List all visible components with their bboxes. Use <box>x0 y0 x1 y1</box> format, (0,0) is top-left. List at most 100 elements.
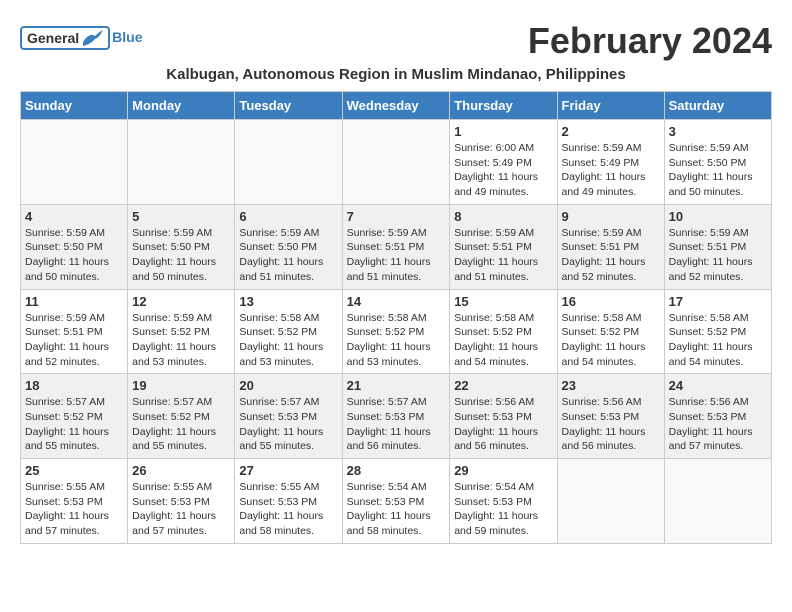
month-year-title: February 2024 <box>528 20 772 62</box>
day-info: Sunrise: 5:56 AMSunset: 5:53 PMDaylight:… <box>669 395 767 454</box>
day-info: Sunrise: 5:59 AMSunset: 5:51 PMDaylight:… <box>25 311 123 370</box>
column-header-thursday: Thursday <box>450 92 557 120</box>
day-info: Sunrise: 5:58 AMSunset: 5:52 PMDaylight:… <box>454 311 552 370</box>
day-info: Sunrise: 5:59 AMSunset: 5:50 PMDaylight:… <box>239 226 337 285</box>
logo-blue: Blue <box>112 29 142 45</box>
day-number: 22 <box>454 378 552 393</box>
calendar-subtitle: Kalbugan, Autonomous Region in Muslim Mi… <box>20 66 772 83</box>
day-number: 17 <box>669 294 767 309</box>
day-info: Sunrise: 5:58 AMSunset: 5:52 PMDaylight:… <box>347 311 446 370</box>
day-number: 10 <box>669 209 767 224</box>
calendar-cell: 13Sunrise: 5:58 AMSunset: 5:52 PMDayligh… <box>235 289 342 374</box>
column-header-friday: Friday <box>557 92 664 120</box>
day-info: Sunrise: 5:54 AMSunset: 5:53 PMDaylight:… <box>454 480 552 539</box>
day-number: 15 <box>454 294 552 309</box>
day-number: 18 <box>25 378 123 393</box>
day-number: 11 <box>25 294 123 309</box>
day-number: 19 <box>132 378 230 393</box>
day-info: Sunrise: 5:54 AMSunset: 5:53 PMDaylight:… <box>347 480 446 539</box>
calendar-table: SundayMondayTuesdayWednesdayThursdayFrid… <box>20 91 772 544</box>
calendar-cell: 6 Sunrise: 5:59 AMSunset: 5:50 PMDaylight… <box>235 204 342 289</box>
calendar-cell: 15 Sunrise: 5:58 AMSunset: 5:52 PMDayligh… <box>450 289 557 374</box>
day-info: Sunrise: 5:58 AMSunset: 5:52 PMDaylight:… <box>669 311 767 370</box>
day-info: Sunrise: 5:59 AMSunset: 5:52 PMDaylight:… <box>132 311 230 370</box>
day-info: Sunrise: 5:56 AMSunset: 5:53 PMDaylight:… <box>454 395 552 454</box>
day-number: 20 <box>239 378 337 393</box>
column-header-wednesday: Wednesday <box>342 92 450 120</box>
calendar-cell: 4Sunrise: 5:59 AMSunset: 5:50 PMDaylight… <box>21 204 128 289</box>
calendar-cell <box>128 120 235 205</box>
calendar-cell: 10Sunrise: 5:59 AMSunset: 5:51 PMDayligh… <box>664 204 771 289</box>
logo-general: General <box>27 30 79 46</box>
day-number: 7 <box>347 209 446 224</box>
calendar-header-row: SundayMondayTuesdayWednesdayThursdayFrid… <box>21 92 772 120</box>
calendar-week-row: 1Sunrise: 6:00 AMSunset: 5:49 PMDaylight… <box>21 120 772 205</box>
calendar-cell: 24 Sunrise: 5:56 AMSunset: 5:53 PMDayligh… <box>664 374 771 459</box>
calendar-cell: 2 Sunrise: 5:59 AMSunset: 5:49 PMDaylight… <box>557 120 664 205</box>
day-info: Sunrise: 5:59 AMSunset: 5:51 PMDaylight:… <box>454 226 552 285</box>
day-number: 1 <box>454 124 552 139</box>
column-header-tuesday: Tuesday <box>235 92 342 120</box>
day-info: Sunrise: 5:59 AMSunset: 5:51 PMDaylight:… <box>347 226 446 285</box>
day-number: 2 <box>562 124 660 139</box>
calendar-cell: 21Sunrise: 5:57 AMSunset: 5:53 PMDayligh… <box>342 374 450 459</box>
column-header-sunday: Sunday <box>21 92 128 120</box>
day-number: 26 <box>132 463 230 478</box>
day-info: Sunrise: 5:59 AMSunset: 5:50 PMDaylight:… <box>132 226 230 285</box>
day-number: 5 <box>132 209 230 224</box>
logo: General Blue <box>20 26 142 50</box>
day-number: 4 <box>25 209 123 224</box>
day-info: Sunrise: 5:58 AMSunset: 5:52 PMDaylight:… <box>562 311 660 370</box>
day-number: 23 <box>562 378 660 393</box>
day-info: Sunrise: 5:55 AMSunset: 5:53 PMDaylight:… <box>239 480 337 539</box>
day-info: Sunrise: 5:57 AMSunset: 5:53 PMDaylight:… <box>239 395 337 454</box>
day-number: 21 <box>347 378 446 393</box>
day-info: Sunrise: 5:57 AMSunset: 5:52 PMDaylight:… <box>25 395 123 454</box>
day-number: 3 <box>669 124 767 139</box>
calendar-cell: 8Sunrise: 5:59 AMSunset: 5:51 PMDaylight… <box>450 204 557 289</box>
logo-bird-icon <box>81 30 103 46</box>
calendar-cell <box>235 120 342 205</box>
calendar-cell: 18 Sunrise: 5:57 AMSunset: 5:52 PMDayligh… <box>21 374 128 459</box>
calendar-cell <box>21 120 128 205</box>
day-info: Sunrise: 5:55 AMSunset: 5:53 PMDaylight:… <box>132 480 230 539</box>
column-header-monday: Monday <box>128 92 235 120</box>
day-number: 28 <box>347 463 446 478</box>
title-area: February 2024 <box>528 20 772 62</box>
day-number: 25 <box>25 463 123 478</box>
calendar-week-row: 11 Sunrise: 5:59 AMSunset: 5:51 PMDayligh… <box>21 289 772 374</box>
calendar-cell <box>557 459 664 544</box>
day-info: Sunrise: 5:58 AMSunset: 5:52 PMDaylight:… <box>239 311 337 370</box>
calendar-cell <box>342 120 450 205</box>
day-number: 14 <box>347 294 446 309</box>
calendar-cell: 17 Sunrise: 5:58 AMSunset: 5:52 PMDayligh… <box>664 289 771 374</box>
calendar-cell: 12 Sunrise: 5:59 AMSunset: 5:52 PMDayligh… <box>128 289 235 374</box>
column-header-saturday: Saturday <box>664 92 771 120</box>
day-info: Sunrise: 5:59 AMSunset: 5:50 PMDaylight:… <box>669 141 767 200</box>
calendar-cell: 7 Sunrise: 5:59 AMSunset: 5:51 PMDaylight… <box>342 204 450 289</box>
day-number: 24 <box>669 378 767 393</box>
calendar-cell: 19Sunrise: 5:57 AMSunset: 5:52 PMDayligh… <box>128 374 235 459</box>
day-info: Sunrise: 5:55 AMSunset: 5:53 PMDaylight:… <box>25 480 123 539</box>
calendar-cell <box>664 459 771 544</box>
calendar-cell: 28 Sunrise: 5:54 AMSunset: 5:53 PMDayligh… <box>342 459 450 544</box>
calendar-cell: 1Sunrise: 6:00 AMSunset: 5:49 PMDaylight… <box>450 120 557 205</box>
day-number: 12 <box>132 294 230 309</box>
calendar-cell: 9Sunrise: 5:59 AMSunset: 5:51 PMDaylight… <box>557 204 664 289</box>
day-info: Sunrise: 5:59 AMSunset: 5:51 PMDaylight:… <box>562 226 660 285</box>
calendar-cell: 29 Sunrise: 5:54 AMSunset: 5:53 PMDayligh… <box>450 459 557 544</box>
calendar-week-row: 4 Sunrise: 5:59 AMSunset: 5:50 PMDaylight… <box>21 204 772 289</box>
day-info: Sunrise: 5:59 AMSunset: 5:49 PMDaylight:… <box>562 141 660 200</box>
calendar-cell: 16Sunrise: 5:58 AMSunset: 5:52 PMDayligh… <box>557 289 664 374</box>
calendar-week-row: 25 Sunrise: 5:55 AMSunset: 5:53 PMDayligh… <box>21 459 772 544</box>
calendar-cell: 22 Sunrise: 5:56 AMSunset: 5:53 PMDayligh… <box>450 374 557 459</box>
day-number: 6 <box>239 209 337 224</box>
calendar-cell: 25 Sunrise: 5:55 AMSunset: 5:53 PMDayligh… <box>21 459 128 544</box>
day-info: Sunrise: 5:56 AMSunset: 5:53 PMDaylight:… <box>562 395 660 454</box>
calendar-cell: 27 Sunrise: 5:55 AMSunset: 5:53 PMDayligh… <box>235 459 342 544</box>
calendar-cell: 26 Sunrise: 5:55 AMSunset: 5:53 PMDayligh… <box>128 459 235 544</box>
calendar-cell: 5 Sunrise: 5:59 AMSunset: 5:50 PMDaylight… <box>128 204 235 289</box>
calendar-cell: 3 Sunrise: 5:59 AMSunset: 5:50 PMDaylight… <box>664 120 771 205</box>
day-number: 29 <box>454 463 552 478</box>
day-number: 27 <box>239 463 337 478</box>
